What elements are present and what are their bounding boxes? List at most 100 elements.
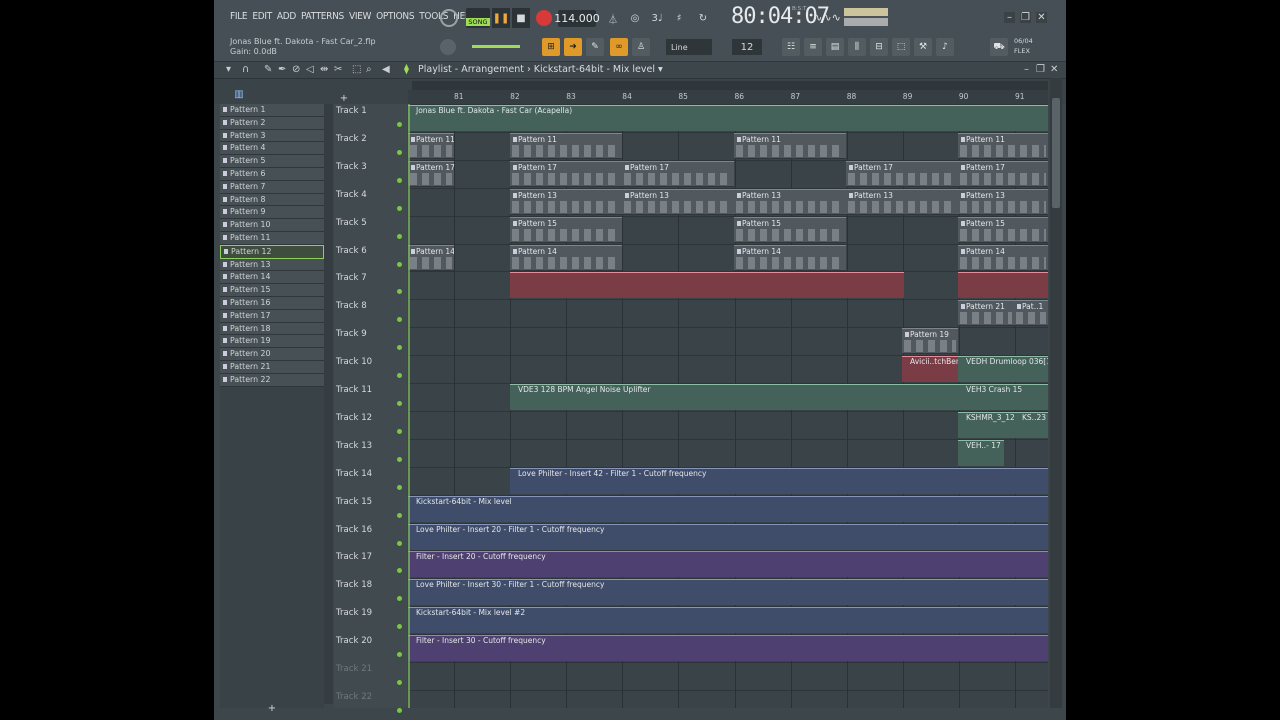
zoom-tool-icon[interactable]: ⌕ (366, 64, 372, 75)
playlist-clip[interactable]: Pattern 15 (510, 216, 622, 243)
wait-input-icon[interactable]: ◎ (626, 10, 644, 26)
cart-icon[interactable]: ⛟ (990, 38, 1008, 56)
tempo-display[interactable]: 114.000 (554, 10, 600, 27)
audio-clip[interactable]: KS..23 (1014, 411, 1048, 438)
playlist-close-icon[interactable]: ✕ (1050, 64, 1058, 75)
scroll-thumb[interactable] (1052, 98, 1060, 208)
track-name[interactable]: Track 9 (336, 329, 367, 339)
menu-options[interactable]: OPTIONS (376, 11, 414, 22)
track-name[interactable]: Track 18 (336, 580, 372, 590)
arrangement-icon[interactable]: ⧫ (404, 64, 409, 75)
delete-tool-icon[interactable]: ⊘ (292, 64, 300, 75)
playlist-clip[interactable]: Pattern 19 (902, 328, 958, 355)
track-mute-led[interactable] (397, 680, 402, 685)
drum-pattern-clip[interactable] (958, 272, 1048, 299)
track-name[interactable]: Track 12 (336, 413, 372, 423)
arrow-icon[interactable]: ➜ (564, 38, 582, 56)
song-mode-toggle[interactable]: SONG (466, 8, 490, 28)
track-name[interactable]: Track 4 (336, 190, 367, 200)
menu-patterns[interactable]: PATTERNS (301, 11, 344, 22)
track-name[interactable]: Track 16 (336, 525, 372, 535)
playlist-clip[interactable]: Pat..1 (1014, 300, 1048, 327)
add-track-plus-icon[interactable]: + (338, 92, 350, 104)
track-mute-led[interactable] (397, 289, 402, 295)
pattern-list-item[interactable]: Pattern 12 (220, 244, 324, 259)
pattern-list-item[interactable]: Pattern 11 (220, 231, 324, 245)
track-name[interactable]: Track 19 (336, 608, 372, 618)
playlist-clip[interactable]: Pattern 17 (510, 160, 622, 187)
pattern-list-item[interactable]: Pattern 1 (220, 104, 324, 117)
playlist-clip[interactable]: Pattern 14 (958, 244, 1048, 271)
wrench-icon[interactable]: ⚒ (914, 38, 932, 56)
magnet-icon[interactable]: ∩ (242, 64, 249, 75)
track-name[interactable]: Track 5 (336, 218, 367, 228)
track-mute-led[interactable] (397, 177, 402, 183)
track-name[interactable]: Track 21 (336, 664, 372, 674)
track-mute-led[interactable] (397, 596, 402, 602)
playlist-clip[interactable]: Pattern 13 (846, 188, 958, 215)
restore-icon[interactable]: ❐ (1020, 12, 1031, 23)
pattern-list-item[interactable]: Pattern 3 (220, 129, 324, 143)
track-mute-led[interactable] (397, 401, 402, 406)
playlist-clip[interactable]: Pattern 11 (408, 132, 454, 159)
playlist-grid[interactable]: Jonas Blue ft. Dakota - Fast Car (Acapel… (408, 104, 1048, 708)
piano-icon[interactable]: ▥ (232, 88, 246, 100)
record-button[interactable] (536, 10, 552, 26)
pattern-list-item[interactable]: Pattern 9 (220, 206, 324, 220)
playhead[interactable] (408, 104, 410, 708)
track-mute-led[interactable] (397, 149, 402, 155)
pattern-list-item[interactable]: Pattern 14 (220, 271, 324, 285)
browser-icon[interactable]: ⊟ (870, 38, 888, 56)
track-name[interactable]: Track 6 (336, 246, 367, 256)
stop-button[interactable]: ■ (512, 8, 530, 28)
track-name[interactable]: Track 7 (336, 273, 367, 283)
pattern-list-item[interactable]: Pattern 17 (220, 309, 324, 323)
channel-rack-icon[interactable]: ≡ (804, 38, 822, 56)
drum-pattern-clip[interactable] (510, 272, 904, 299)
slice-tool-icon[interactable]: ✂ (334, 64, 342, 75)
add-pattern-plus-icon[interactable]: + (266, 702, 278, 714)
stamp-icon[interactable]: ♙ (632, 38, 650, 56)
playback-tool-icon[interactable]: ◀ (382, 64, 390, 75)
pattern-list-item[interactable]: Pattern 22 (220, 373, 324, 387)
playlist-clip[interactable]: Pattern 15 (958, 216, 1048, 243)
playlist-clip[interactable]: Pattern 14 (510, 244, 622, 271)
track-mute-led[interactable] (397, 456, 402, 462)
paint-tool-icon[interactable]: ✒ (278, 64, 286, 75)
audio-clip[interactable]: Jonas Blue ft. Dakota - Fast Car (Acapel… (408, 105, 1048, 131)
audio-clip[interactable]: KSHMR_3_123 (958, 411, 1014, 438)
track-name[interactable]: Track 17 (336, 552, 372, 562)
automation-clip[interactable]: Avicii..tchBend (902, 356, 958, 383)
playlist-clip[interactable]: Pattern 11 (958, 132, 1048, 159)
pause-button[interactable]: ❚❚ (492, 8, 510, 28)
playlist-clip[interactable]: Pattern 13 (734, 188, 846, 215)
automation-clip[interactable]: Love Philter - Insert 20 - Filter 1 - Cu… (408, 523, 1048, 550)
menu-add[interactable]: ADD (277, 11, 296, 22)
track-mute-led[interactable] (397, 317, 402, 323)
menu-view[interactable]: VIEW (349, 11, 371, 22)
audio-clip[interactable]: VEH..- 17 (958, 439, 1004, 466)
pattern-list-item[interactable]: Pattern 4 (220, 142, 324, 156)
playlist-clip[interactable]: Pattern 13 (510, 188, 622, 215)
track-name[interactable]: Track 3 (336, 162, 367, 172)
master-pitch-slider[interactable] (472, 45, 520, 48)
playlist-clip[interactable]: Pattern 17 (846, 160, 958, 187)
track-mute-led[interactable] (397, 484, 402, 490)
playlist-minimize-icon[interactable]: – (1024, 64, 1029, 75)
track-mute-led[interactable] (397, 205, 402, 211)
playlist-clip[interactable]: Pattern 14 (408, 244, 454, 271)
pattern-list-item[interactable]: Pattern 15 (220, 284, 324, 297)
automation-clip[interactable]: Love Philter - Insert 30 - Filter 1 - Cu… (408, 579, 1048, 606)
master-volume-knob[interactable] (440, 9, 458, 27)
playlist-clip[interactable]: Pattern 13 (622, 188, 734, 215)
snap-select[interactable]: Line (666, 39, 712, 55)
draw-tool-icon[interactable]: ✎ (264, 64, 272, 75)
track-mute-led[interactable] (397, 707, 402, 713)
playlist-clip[interactable]: Pattern 17 (622, 160, 734, 187)
playlist-clip[interactable]: Pattern 15 (734, 216, 846, 243)
plugin-picker-icon[interactable]: ⬚ (892, 38, 910, 56)
track-mute-led[interactable] (397, 428, 402, 434)
piano-roll-icon[interactable]: ▤ (826, 38, 844, 56)
pattern-picker-scrollbar[interactable] (324, 104, 333, 704)
close-icon[interactable]: ✕ (1036, 12, 1047, 23)
